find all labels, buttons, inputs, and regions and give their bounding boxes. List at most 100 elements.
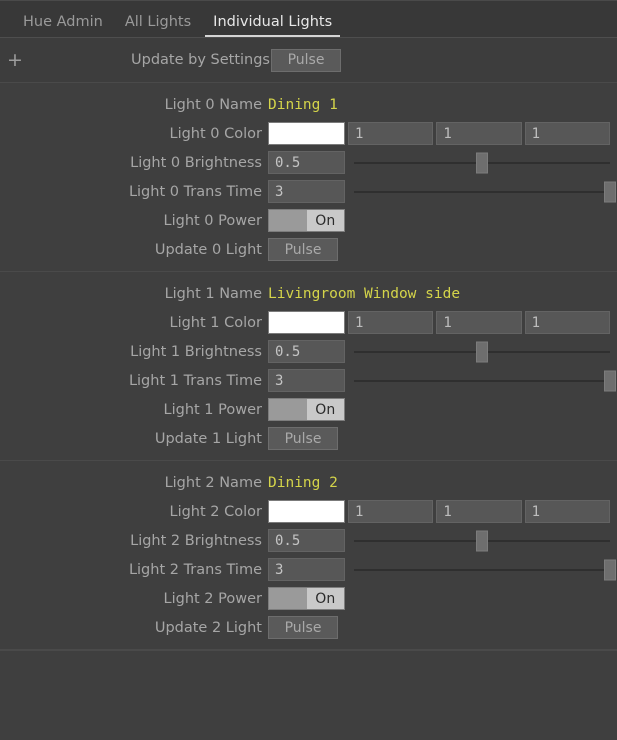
brightness-value-field[interactable]: 0.5 [268,340,345,363]
toolbar: + Update by Settings Pulse [0,38,617,83]
trans-time-slider[interactable] [354,369,616,392]
trans-time-value-field[interactable]: 3 [268,558,345,581]
light-name-row: Light 2 Name Dining 2 [0,468,617,497]
update-by-settings-pulse-button[interactable]: Pulse [271,48,341,72]
color-channel-b[interactable]: 1 [524,122,610,145]
trans-time-slider[interactable] [354,180,616,203]
light-name-value: Livingroom Window side [268,285,461,302]
light-name-field-area: Livingroom Window side [268,279,610,308]
color-channel-r[interactable]: 1 [348,500,434,523]
color-channel-g[interactable]: 1 [436,311,522,334]
hue-admin-panel: Hue Admin All Lights Individual Lights +… [0,0,617,740]
brightness-slider-handle[interactable] [476,152,488,173]
light-color-label: Light 1 Color [169,314,263,331]
trans-time-slider-track [354,190,610,193]
tab-hue-admin[interactable]: Hue Admin [12,15,114,38]
power-toggle[interactable]: On [268,398,345,421]
brightness-slider[interactable] [354,340,610,363]
power-toggle-off-half[interactable] [269,399,307,420]
light-trans-time-field-area: 3 [268,177,616,206]
light-color-field-area: 1 1 1 [268,119,610,148]
trans-time-value-field[interactable]: 3 [268,369,345,392]
tab-all-lights[interactable]: All Lights [114,15,202,38]
brightness-slider[interactable] [354,529,610,552]
light-color-row: Light 0 Color 1 1 1 [0,119,617,148]
trans-time-slider-handle[interactable] [604,370,616,391]
light-color-label: Light 0 Color [169,125,263,142]
power-toggle-state-label[interactable]: On [306,588,344,609]
light-power-field-area: On [268,395,610,424]
light-trans-time-row: Light 1 Trans Time 3 [0,366,617,395]
trans-time-value-field[interactable]: 3 [268,180,345,203]
light-trans-time-field-area: 3 [268,366,616,395]
light-color-row: Light 2 Color 1 1 1 [0,497,617,526]
light-trans-time-label: Light 1 Trans Time [128,372,262,389]
footer-strip [0,650,617,661]
light-color-field-area: 1 1 1 [268,497,610,526]
color-swatch[interactable] [268,500,345,523]
trans-time-slider-track [354,568,610,571]
light-update-pulse-button[interactable]: Pulse [268,238,338,261]
light-update-label: Update 2 Light [154,619,262,636]
power-toggle[interactable]: On [268,587,345,610]
light-update-row: Update 0 Light Pulse [0,235,617,264]
light-power-field-area: On [268,206,610,235]
trans-time-slider[interactable] [354,558,616,581]
light-trans-time-row: Light 0 Trans Time 3 [0,177,617,206]
color-channel-b[interactable]: 1 [524,500,610,523]
light-name-label: Light 0 Name [164,96,262,113]
power-toggle-state-label[interactable]: On [306,210,344,231]
color-channel-g[interactable]: 1 [436,122,522,145]
light-block: Light 1 Name Livingroom Window side Ligh… [0,272,617,461]
light-trans-time-field-area: 3 [268,555,616,584]
light-trans-time-label: Light 2 Trans Time [128,561,262,578]
light-update-pulse-button[interactable]: Pulse [268,427,338,450]
color-channel-r[interactable]: 1 [348,311,434,334]
light-brightness-label: Light 0 Brightness [130,154,262,171]
light-trans-time-label: Light 0 Trans Time [128,183,262,200]
light-brightness-row: Light 0 Brightness 0.5 [0,148,617,177]
brightness-slider-handle[interactable] [476,341,488,362]
color-channel-b[interactable]: 1 [524,311,610,334]
light-color-field-area: 1 1 1 [268,308,610,337]
light-name-field-area: Dining 2 [268,468,610,497]
power-toggle-off-half[interactable] [269,588,307,609]
light-trans-time-row: Light 2 Trans Time 3 [0,555,617,584]
color-swatch[interactable] [268,311,345,334]
light-power-row: Light 1 Power On [0,395,617,424]
light-power-row: Light 0 Power On [0,206,617,235]
light-brightness-label: Light 1 Brightness [130,343,262,360]
light-name-row: Light 0 Name Dining 1 [0,90,617,119]
light-brightness-label: Light 2 Brightness [130,532,262,549]
light-block: Light 0 Name Dining 1 Light 0 Color 1 1 … [0,83,617,272]
power-toggle-state-label[interactable]: On [306,399,344,420]
color-swatch[interactable] [268,122,345,145]
light-power-label: Light 2 Power [163,590,262,607]
trans-time-slider-handle[interactable] [604,559,616,580]
brightness-slider[interactable] [354,151,610,174]
light-power-field-area: On [268,584,610,613]
trans-time-slider-track [354,379,610,382]
light-update-label: Update 0 Light [154,241,262,258]
power-toggle-off-half[interactable] [269,210,307,231]
tab-individual-lights[interactable]: Individual Lights [202,15,343,38]
light-name-value: Dining 1 [268,96,338,113]
color-channel-g[interactable]: 1 [436,500,522,523]
color-channel-r[interactable]: 1 [348,122,434,145]
plus-icon[interactable]: + [6,51,24,70]
light-update-pulse-button[interactable]: Pulse [268,616,338,639]
light-color-label: Light 2 Color [169,503,263,520]
light-power-label: Light 1 Power [163,401,262,418]
brightness-slider-handle[interactable] [476,530,488,551]
brightness-value-field[interactable]: 0.5 [268,529,345,552]
lights-container: Light 0 Name Dining 1 Light 0 Color 1 1 … [0,83,617,650]
light-brightness-field-area: 0.5 [268,148,610,177]
brightness-value-field[interactable]: 0.5 [268,151,345,174]
trans-time-slider-handle[interactable] [604,181,616,202]
update-by-settings-label: Update by Settings [131,52,270,68]
power-toggle[interactable]: On [268,209,345,232]
light-name-row: Light 1 Name Livingroom Window side [0,279,617,308]
light-update-field-area: Pulse [268,613,610,642]
light-update-field-area: Pulse [268,235,610,264]
light-update-row: Update 1 Light Pulse [0,424,617,453]
